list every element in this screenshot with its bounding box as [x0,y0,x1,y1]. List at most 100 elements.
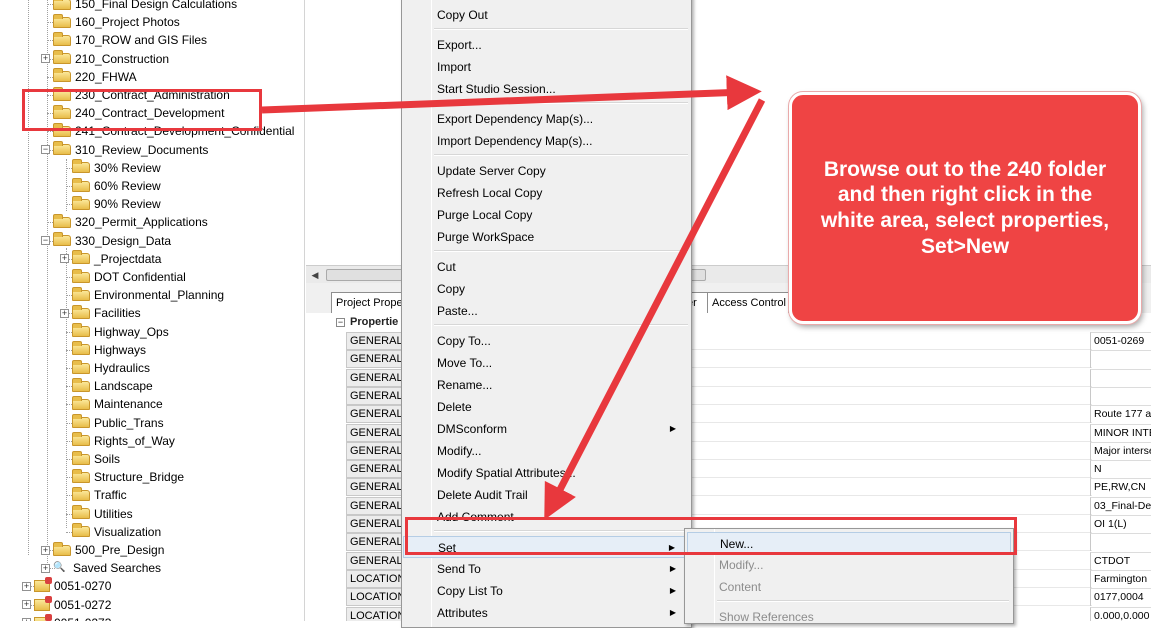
menu-item-move-to[interactable]: Move To... [403,352,690,374]
menu-item-copy[interactable]: Copy [403,278,690,300]
tree-node-label: Environmental_Planning [94,288,225,303]
menu-item-export[interactable]: Export... [403,34,690,56]
folder-icon [72,450,90,465]
tree-node[interactable]: + 🔍 Saved Searches [41,559,161,577]
tree-node[interactable]: Highway_Ops [60,323,169,341]
tree-node-label: 210_Construction [75,51,170,66]
tree-node[interactable]: Environmental_Planning [60,286,224,304]
menu-item-export-dependency-map-s[interactable]: Export Dependency Map(s)... [403,108,690,130]
property-value: Farmington [1090,569,1151,588]
menu-item-label: Attributes [437,606,488,620]
property-value: MINOR INTE [1090,423,1151,442]
expand-plus-icon[interactable]: + [22,581,31,591]
tree-node[interactable]: +500_Pre_Design [41,541,164,559]
tree-node[interactable]: Traffic [60,486,127,504]
menu-item-import-dependency-map-s[interactable]: Import Dependency Map(s)... [403,130,690,152]
set-new-highlight-box [405,517,1017,555]
tree-node[interactable]: Soils [60,450,120,468]
tree-node[interactable]: Structure_Bridge [60,468,184,486]
menu-item-paste[interactable]: Paste... [403,300,690,322]
tree-node[interactable]: − 310_Review_Documents [41,141,208,159]
tree-node[interactable]: 30% Review [60,159,161,177]
tree-node[interactable]: Visualization [60,523,161,541]
tree-node-label: 0051-0270 [54,579,112,594]
menu-item-rename[interactable]: Rename... [403,374,690,396]
folder-icon [72,432,90,447]
menu-item-label: Export Dependency Map(s)... [437,112,594,126]
tree-node[interactable]: Rights_of_Way [60,432,175,450]
property-name: GENERAL [346,533,402,552]
tab-project-properties[interactable]: Project Prope [331,292,403,313]
menu-item-modify-spatial-attributes[interactable]: Modify Spatial Attributes... [403,462,690,484]
submenu-item-content[interactable]: Content [687,576,1011,598]
submenu-item-show-references[interactable]: Show References [687,606,1011,628]
menu-item-send-to[interactable]: Send To ▶ [403,558,690,580]
expand-plus-icon[interactable]: + [60,308,69,318]
menu-item-label: Cut [437,260,456,274]
menu-item-dmsconform[interactable]: DMSconform ▶ [403,418,690,440]
property-value: N [1090,460,1151,479]
tree-node[interactable]: 220_FHWA [41,68,137,86]
folder-icon [72,268,90,283]
tree-node[interactable]: 150_Final Design Calculations [41,0,237,13]
properties-group-header[interactable]: − Propertie [336,313,398,331]
menu-item-purge-local-copy[interactable]: Purge Local Copy [403,204,690,226]
menu-item-copy-out[interactable]: Copy Out [403,4,690,26]
tree-node-label: 0051-0273 [54,614,111,621]
tree-node[interactable]: Public_Trans [60,414,164,432]
expand-plus-icon[interactable]: + [41,54,50,64]
tree-node[interactable]: 320_Permit_Applications [41,213,208,231]
menu-item-label: DMSconform [437,422,508,436]
tree-node[interactable]: Highways [60,341,146,359]
menu-item-refresh-local-copy[interactable]: Refresh Local Copy [403,182,690,204]
tree-node-label: 60% Review [94,179,161,193]
menu-item-delete-audit-trail[interactable]: Delete Audit Trail [403,484,690,506]
property-name: GENERAL [346,551,402,570]
menu-item-modify[interactable]: Modify... [403,440,690,462]
tree-node[interactable]: +0051-0273 [22,613,111,621]
collapse-minus-icon[interactable]: − [41,145,50,155]
expand-plus-icon[interactable]: + [60,254,69,264]
tree-node[interactable]: Maintenance [60,395,163,413]
tree-node[interactable]: − 330_Design_Data [41,232,171,250]
tree-node[interactable]: 160_Project Photos [41,13,180,31]
tree-node[interactable]: + _Projectdata [60,250,161,268]
folder-icon [72,523,90,538]
tree-node-label: Hydraulics [94,361,151,375]
tree-node[interactable]: DOT Confidential [60,268,186,286]
expand-plus-icon[interactable]: + [22,600,31,610]
scroll-left-icon[interactable]: ◀ [308,268,322,282]
menu-item-cut[interactable]: Cut [403,256,690,278]
expand-plus-icon[interactable]: + [41,563,50,573]
tree-node[interactable]: 60% Review [60,177,161,195]
menu-item-import[interactable]: Import [403,56,690,78]
tab-access-control[interactable]: Access Control [707,292,789,313]
menu-item-copy-list-to[interactable]: Copy List To ▶ [403,580,690,602]
property-value: 0051-0269 [1090,332,1151,350]
tree-node[interactable]: Landscape [60,377,153,395]
tree-node[interactable]: + Facilities [60,304,141,322]
collapse-minus-icon[interactable]: − [336,317,345,327]
tree-node[interactable]: 170_ROW and GIS Files [41,31,207,49]
menu-item-update-server-copy[interactable]: Update Server Copy [403,160,690,182]
tree-node[interactable]: 90% Review [60,195,161,213]
collapse-minus-icon[interactable]: − [41,236,50,246]
tree-highlight-box [22,89,262,131]
tree-node-label: Structure_Bridge [94,470,185,485]
menu-item-delete[interactable]: Delete [403,396,690,418]
tree-node[interactable]: +210_Construction [41,50,169,68]
menu-item-copy-to[interactable]: Copy To... [403,330,690,352]
tree-node[interactable]: +0051-0270 [22,577,111,595]
property-name: GENERAL [346,515,402,533]
tree-node[interactable]: Hydraulics [60,359,150,377]
menu-item-purge-workspace[interactable]: Purge WorkSpace [403,226,690,248]
menu-item-start-studio-session[interactable]: Start Studio Session... [403,78,690,100]
tree-node[interactable]: Utilities [60,505,133,523]
tree-node-label: Saved Searches [73,561,162,576]
menu-separator [434,102,688,104]
submenu-item-modify[interactable]: Modify... [687,554,1011,576]
tree-node[interactable]: +0051-0272 [22,595,111,614]
expand-plus-icon[interactable]: + [41,545,50,555]
folder-icon [53,141,71,156]
folder-icon [53,31,71,46]
